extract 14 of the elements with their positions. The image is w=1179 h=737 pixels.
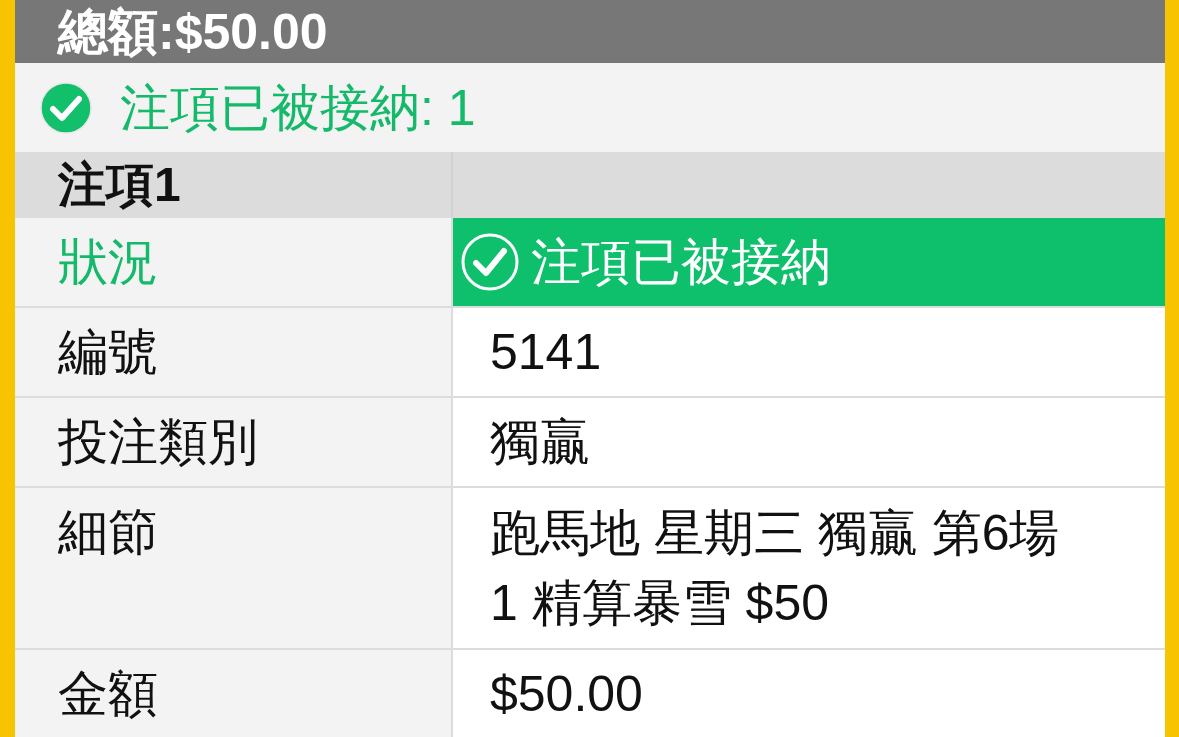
field-label: 投注類別	[58, 413, 258, 472]
field-value: 跑馬地 星期三 獨贏 第6場 1 精算暴雪 $50	[490, 504, 1060, 633]
bet-title: 注項1	[58, 157, 181, 213]
field-value: $50.00	[490, 665, 643, 724]
status-message: 注項已被接納: 1	[120, 78, 476, 138]
field-value: 獨贏	[490, 413, 590, 472]
field-label: 狀況	[58, 233, 158, 292]
check-circle-icon	[461, 233, 519, 291]
field-label: 金額	[58, 665, 158, 724]
total-amount: 總額:$50.00	[58, 2, 328, 61]
field-label: 編號	[58, 323, 158, 382]
field-label: 細節	[58, 503, 158, 562]
status-value: 注項已被接納	[531, 233, 831, 292]
field-value: 5141	[490, 323, 602, 382]
